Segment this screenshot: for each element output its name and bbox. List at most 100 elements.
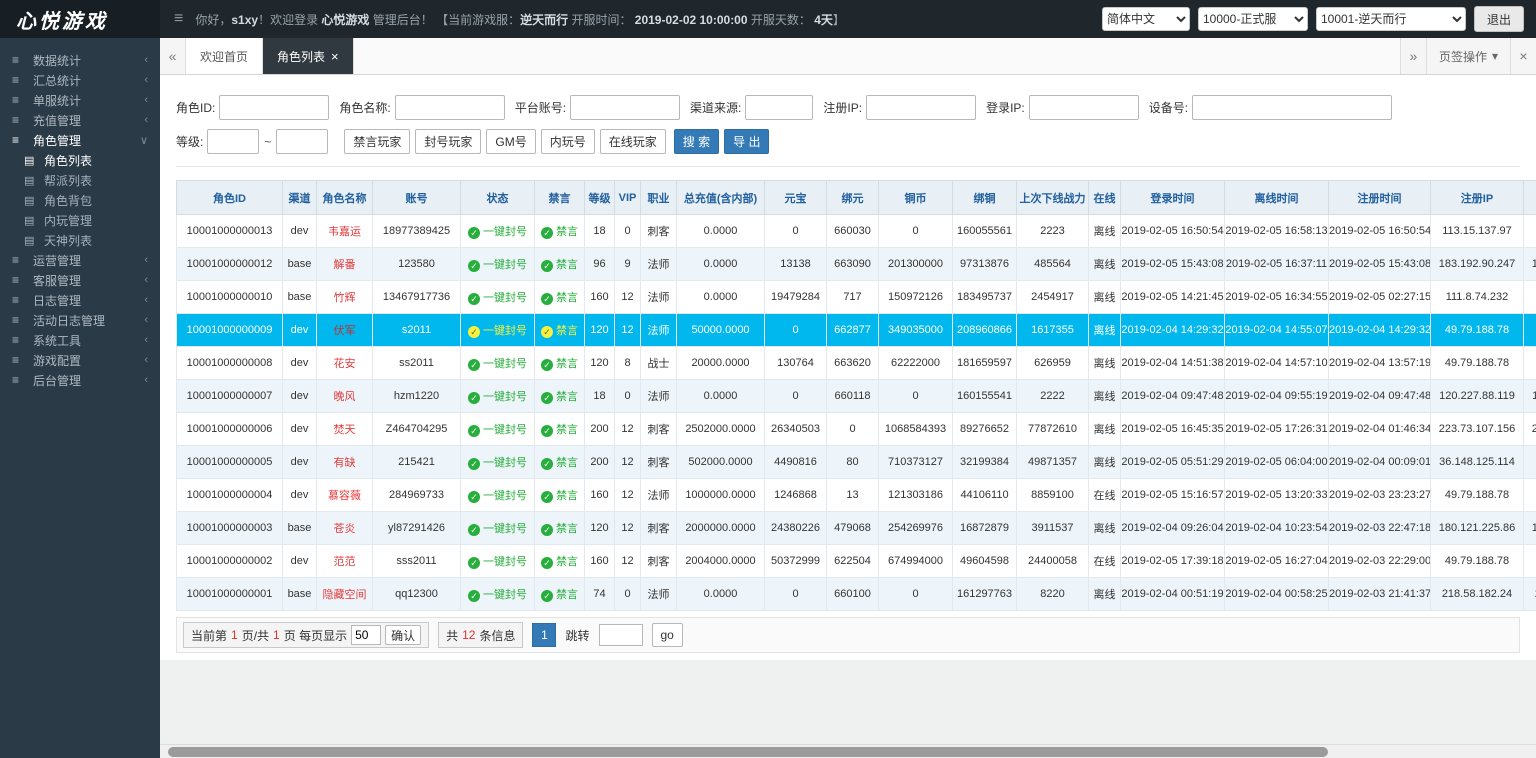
cell-ban-status[interactable]: ✓一键封号	[461, 215, 535, 248]
role-name-link[interactable]: 伏军	[334, 325, 356, 337]
table-row[interactable]: 10001000000012base解番123580✓一键封号✓禁言969法师0…	[177, 248, 1536, 281]
table-row[interactable]: 10001000000008dev花安ss2011✓一键封号✓禁言1208战士2…	[177, 347, 1536, 380]
cell-role-name[interactable]: 韦嘉运	[317, 215, 373, 248]
filter-button[interactable]: 封号玩家	[415, 129, 481, 154]
tab-close-icon[interactable]: ×	[331, 49, 339, 64]
jump-page-input[interactable]	[599, 624, 643, 646]
cell-ban-status[interactable]: ✓一键封号	[461, 578, 535, 611]
sidebar-item[interactable]: ≡客服管理‹	[0, 270, 160, 290]
page-1-button[interactable]: 1	[532, 623, 556, 647]
filter-button[interactable]: 在线玩家	[600, 129, 666, 154]
cell-mute-status[interactable]: ✓禁言	[535, 347, 585, 380]
filter-button[interactable]: 内玩号	[541, 129, 595, 154]
cell-mute-status[interactable]: ✓禁言	[535, 446, 585, 479]
filter-button[interactable]: 禁言玩家	[344, 129, 410, 154]
scrollbar-thumb[interactable]	[168, 747, 1328, 757]
table-row[interactable]: 10001000000006dev焚天Z464704295✓一键封号✓禁言200…	[177, 413, 1536, 446]
sidebar-subitem[interactable]: ▤角色列表	[0, 150, 160, 170]
server-select[interactable]: 10000-正式服	[1198, 7, 1308, 31]
jump-go-button[interactable]: go	[652, 623, 683, 647]
logout-button[interactable]: 退出	[1474, 6, 1524, 32]
sidebar-subitem[interactable]: ▤角色背包	[0, 190, 160, 210]
cell-ban-status[interactable]: ✓一键封号	[461, 347, 535, 380]
cell-mute-status[interactable]: ✓禁言	[535, 215, 585, 248]
table-row[interactable]: 10001000000005dev有缺215421✓一键封号✓禁言20012刺客…	[177, 446, 1536, 479]
cell-ban-status[interactable]: ✓一键封号	[461, 545, 535, 578]
table-row[interactable]: 10001000000007dev晚风hzm1220✓一键封号✓禁言180法师0…	[177, 380, 1536, 413]
table-row[interactable]: 10001000000001base隐藏空间qq12300✓一键封号✓禁言740…	[177, 578, 1536, 611]
cell-role-name[interactable]: 晚风	[317, 380, 373, 413]
sidebar-item[interactable]: ≡数据统计‹	[0, 50, 160, 70]
cell-mute-status[interactable]: ✓禁言	[535, 578, 585, 611]
tabs-scroll-right-button[interactable]: »	[1400, 38, 1426, 74]
export-button[interactable]: 导 出	[724, 129, 769, 154]
confirm-page-size-button[interactable]: 确认	[385, 625, 421, 645]
table-row[interactable]: 10001000000010base竹辉13467917736✓一键封号✓禁言1…	[177, 281, 1536, 314]
role-name-link[interactable]: 竹辉	[334, 292, 356, 304]
tab[interactable]: 角色列表×	[263, 38, 354, 74]
cell-role-name[interactable]: 伏军	[317, 314, 373, 347]
cell-ban-status[interactable]: ✓一键封号	[461, 314, 535, 347]
sidebar-item[interactable]: ≡汇总统计‹	[0, 70, 160, 90]
cell-mute-status[interactable]: ✓禁言	[535, 479, 585, 512]
cell-role-name[interactable]: 焚天	[317, 413, 373, 446]
search-field-input[interactable]	[866, 95, 976, 120]
search-field-input[interactable]	[219, 95, 329, 120]
sidebar-item[interactable]: ≡后台管理‹	[0, 370, 160, 390]
sidebar-item[interactable]: ≡运营管理‹	[0, 250, 160, 270]
close-tabs-icon[interactable]: ×	[1510, 38, 1536, 74]
role-name-link[interactable]: 有缺	[334, 457, 356, 469]
sidebar-toggle-icon[interactable]: ≡	[174, 10, 183, 28]
search-field-input[interactable]	[1192, 95, 1392, 120]
cell-ban-status[interactable]: ✓一键封号	[461, 512, 535, 545]
cell-ban-status[interactable]: ✓一键封号	[461, 479, 535, 512]
level-min-input[interactable]	[207, 129, 259, 154]
language-select[interactable]: 简体中文	[1102, 7, 1190, 31]
sidebar-subitem[interactable]: ▤天神列表	[0, 230, 160, 250]
tab[interactable]: 欢迎首页	[186, 38, 263, 74]
search-field-input[interactable]	[1029, 95, 1139, 120]
search-field-input[interactable]	[745, 95, 813, 120]
cell-mute-status[interactable]: ✓禁言	[535, 413, 585, 446]
filter-button[interactable]: GM号	[486, 129, 535, 154]
cell-ban-status[interactable]: ✓一键封号	[461, 248, 535, 281]
cell-role-name[interactable]: 解番	[317, 248, 373, 281]
cell-role-name[interactable]: 隐藏空间	[317, 578, 373, 611]
cell-role-name[interactable]: 竹辉	[317, 281, 373, 314]
table-row[interactable]: 10001000000013dev韦嘉运18977389425✓一键封号✓禁言1…	[177, 215, 1536, 248]
level-max-input[interactable]	[276, 129, 328, 154]
role-name-link[interactable]: 解番	[334, 259, 356, 271]
role-name-link[interactable]: 苍炎	[334, 523, 356, 535]
table-row[interactable]: 10001000000003base苍炎yl87291426✓一键封号✓禁言12…	[177, 512, 1536, 545]
search-field-input[interactable]	[570, 95, 680, 120]
sidebar-item[interactable]: ≡活动日志管理‹	[0, 310, 160, 330]
sidebar-item[interactable]: ≡充值管理‹	[0, 110, 160, 130]
role-name-link[interactable]: 范范	[334, 556, 356, 568]
cell-ban-status[interactable]: ✓一键封号	[461, 281, 535, 314]
table-row[interactable]: 10001000000004dev慕容薇284969733✓一键封号✓禁言160…	[177, 479, 1536, 512]
cell-role-name[interactable]: 花安	[317, 347, 373, 380]
sidebar-subitem[interactable]: ▤内玩管理	[0, 210, 160, 230]
cell-ban-status[interactable]: ✓一键封号	[461, 380, 535, 413]
horizontal-scrollbar[interactable]	[160, 744, 1536, 758]
sidebar-item[interactable]: ≡单服统计‹	[0, 90, 160, 110]
sidebar-subitem[interactable]: ▤帮派列表	[0, 170, 160, 190]
cell-role-name[interactable]: 有缺	[317, 446, 373, 479]
tabs-scroll-left-button[interactable]: «	[160, 38, 186, 74]
cell-mute-status[interactable]: ✓禁言	[535, 281, 585, 314]
table-row[interactable]: 10001000000009dev伏军s2011✓一键封号✓禁言12012法师5…	[177, 314, 1536, 347]
sidebar-item[interactable]: ≡日志管理‹	[0, 290, 160, 310]
cell-mute-status[interactable]: ✓禁言	[535, 545, 585, 578]
sidebar-item[interactable]: ≡系统工具‹	[0, 330, 160, 350]
cell-role-name[interactable]: 慕容薇	[317, 479, 373, 512]
cell-mute-status[interactable]: ✓禁言	[535, 314, 585, 347]
role-name-link[interactable]: 韦嘉运	[328, 226, 361, 238]
role-name-link[interactable]: 焚天	[334, 424, 356, 436]
cell-ban-status[interactable]: ✓一键封号	[461, 413, 535, 446]
cell-mute-status[interactable]: ✓禁言	[535, 380, 585, 413]
search-field-input[interactable]	[395, 95, 505, 120]
cell-ban-status[interactable]: ✓一键封号	[461, 446, 535, 479]
role-name-link[interactable]: 花安	[334, 358, 356, 370]
sidebar-item[interactable]: ≡角色管理∨	[0, 130, 160, 150]
cell-mute-status[interactable]: ✓禁言	[535, 248, 585, 281]
